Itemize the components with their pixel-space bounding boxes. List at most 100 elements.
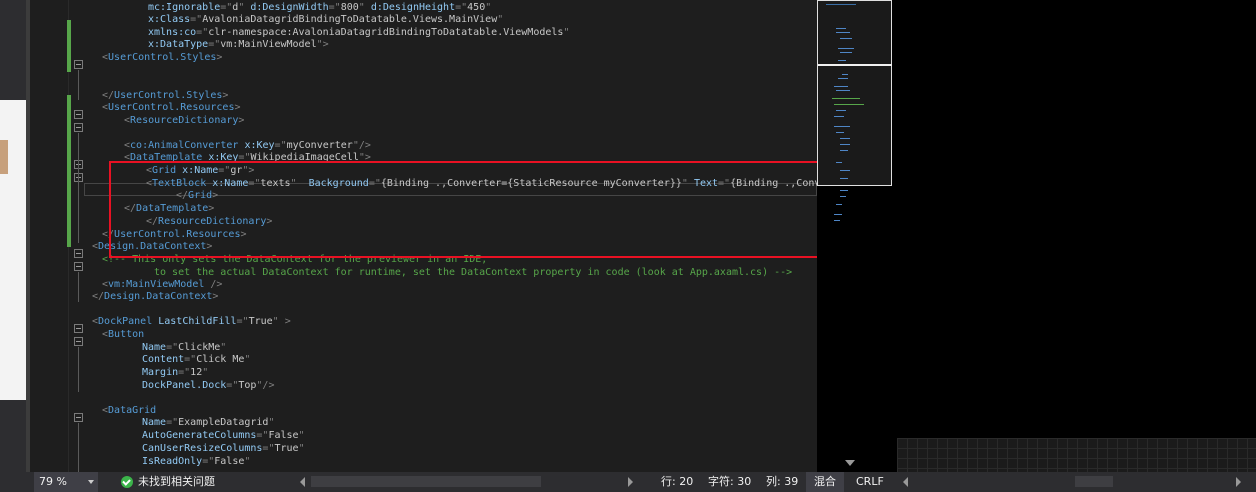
code-token: vm:MainViewModel xyxy=(108,279,205,290)
fold-toggle-icon[interactable] xyxy=(74,324,83,333)
zoom-level: 79 % xyxy=(39,475,67,488)
code-token: d:DesignHeight xyxy=(370,2,456,13)
code-line[interactable]: <TextBlock x:Name="texts" Background="{B… xyxy=(146,178,817,191)
code-line[interactable]: <vm:MainViewModel /> xyxy=(102,279,222,292)
code-line[interactable]: IsReadOnly="False" xyxy=(142,456,250,469)
code-token: Grid xyxy=(188,190,213,201)
code-line[interactable]: <Grid x:Name="gr"> xyxy=(146,165,254,178)
minimap-viewport[interactable] xyxy=(817,0,892,186)
minimap-line xyxy=(836,110,846,111)
scroll-left-arrow-icon[interactable] xyxy=(903,477,908,487)
line-ending[interactable]: CRLF xyxy=(856,472,884,492)
fold-toggle-icon[interactable] xyxy=(74,60,83,69)
code-line[interactable]: CanUserResizeColumns="True" xyxy=(142,443,305,456)
code-line[interactable]: <DataGrid xyxy=(102,405,156,418)
code-token: x:Name xyxy=(182,165,219,176)
code-line[interactable]: <!-- This only sets the DataContext for … xyxy=(102,254,487,267)
fold-toggle-icon[interactable] xyxy=(74,123,83,132)
minimap-line xyxy=(840,150,848,151)
change-indicator xyxy=(67,95,71,247)
code-token: clr-namespace:AvaloniaDatagridBindingToD… xyxy=(208,27,564,38)
code-token: Content xyxy=(142,354,185,365)
code-token: DataTemplate xyxy=(130,152,203,163)
fold-toggle-icon[interactable] xyxy=(74,110,83,119)
horizontal-scrollbar-thumb[interactable] xyxy=(1075,476,1113,487)
code-line[interactable]: <UserControl.Resources> xyxy=(102,102,241,115)
code-line[interactable]: </Design.DataContext> xyxy=(92,291,218,304)
code-line[interactable]: to set the actual DataContext for runtim… xyxy=(154,267,792,280)
minimap-line xyxy=(838,48,854,49)
code-token: True xyxy=(274,443,299,454)
code-line[interactable]: Name="ClickMe" xyxy=(142,342,226,355)
code-token: =" xyxy=(178,367,191,378)
code-line[interactable]: </DataTemplate> xyxy=(124,203,214,216)
side-panel-thumbnail[interactable] xyxy=(0,140,8,174)
minimap-line xyxy=(836,28,846,29)
scroll-right-arrow-icon[interactable] xyxy=(1236,477,1241,487)
code-token: "> xyxy=(242,165,255,176)
chevron-down-icon xyxy=(88,480,94,484)
code-line[interactable]: AutoGenerateColumns="False" xyxy=(142,430,305,443)
code-token: " xyxy=(220,342,227,353)
fold-toggle-icon[interactable] xyxy=(74,262,83,271)
scroll-left-arrow-icon[interactable] xyxy=(300,477,305,487)
code-line[interactable]: Name="ExampleDatagrid" xyxy=(142,417,274,430)
code-token: " xyxy=(298,430,305,441)
code-line[interactable]: Content="Click Me" xyxy=(142,354,250,367)
code-token: ClickMe xyxy=(178,342,221,353)
code-line[interactable]: mc:Ignorable="d" d:DesignWidth="800" d:D… xyxy=(148,2,491,15)
code-token: ResourceDictionary xyxy=(158,216,267,227)
column-number[interactable]: 列: 39 xyxy=(766,472,798,492)
code-token: Background xyxy=(308,178,369,189)
fold-guide xyxy=(78,423,79,472)
code-line[interactable]: DockPanel.Dock="Top"/> xyxy=(142,380,274,393)
code-token: " xyxy=(497,14,504,25)
code-line[interactable]: x:Class="AvaloniaDatagridBindingToDatata… xyxy=(148,14,503,27)
code-line[interactable]: <ResourceDictionary> xyxy=(124,115,244,128)
code-line[interactable]: </UserControl.Resources> xyxy=(102,229,247,242)
minimap-line xyxy=(840,144,850,145)
code-line[interactable]: </ResourceDictionary> xyxy=(146,216,272,229)
code-line[interactable]: Margin="12" xyxy=(142,367,208,380)
code-token: x:Class xyxy=(148,14,191,25)
fold-toggle-icon[interactable] xyxy=(74,413,83,422)
horizontal-scrollbar-thumb[interactable] xyxy=(311,476,541,487)
minimap-line xyxy=(834,116,844,117)
code-token: </ xyxy=(146,216,159,227)
code-line[interactable]: xmlns:co="clr-namespace:AvaloniaDatagrid… xyxy=(148,27,569,40)
code-line[interactable]: <DataTemplate x:Key="WikipediaImageCell"… xyxy=(124,152,371,165)
line-number[interactable]: 行: 20 xyxy=(661,472,693,492)
issues-status[interactable]: 未找到相关问题 xyxy=(138,472,215,492)
fold-toggle-icon[interactable] xyxy=(74,249,83,258)
code-token: {Binding .,Converter={StaticResour xyxy=(730,178,817,189)
code-line[interactable]: <Design.DataContext> xyxy=(92,241,212,254)
code-token: AvaloniaDatagridBindingToDatatable.Views… xyxy=(202,14,498,25)
code-line[interactable]: </Grid> xyxy=(176,190,218,203)
code-editor[interactable]: xmlns:vm="clr-namespace:AvaloniaDatagrid… xyxy=(84,0,817,472)
minimap-caret-marker xyxy=(818,64,892,66)
code-token: myConverter xyxy=(286,140,353,151)
mode-indicator[interactable]: 混合 xyxy=(806,472,844,492)
zoom-dropdown[interactable]: 79 % xyxy=(34,472,98,492)
code-token: =" xyxy=(256,430,269,441)
minimap-line xyxy=(826,4,856,5)
code-token: IsReadOnly xyxy=(142,456,203,467)
code-token: CanUserResizeColumns xyxy=(142,443,263,454)
minimap-line xyxy=(840,138,850,139)
code-line[interactable]: <DockPanel LastChildFill="True" > xyxy=(92,316,291,329)
code-token: =" xyxy=(262,443,275,454)
code-line[interactable]: <Button xyxy=(102,329,144,342)
scroll-right-arrow-icon[interactable] xyxy=(628,477,633,487)
code-token: Margin xyxy=(142,367,179,378)
code-line[interactable]: <co:AnimalConverter x:Key="myConverter"/… xyxy=(124,140,371,153)
scroll-down-arrow-icon[interactable] xyxy=(845,460,855,466)
code-line[interactable]: </UserControl.Styles> xyxy=(102,90,228,103)
fold-guide xyxy=(78,133,79,243)
code-line[interactable]: x:DataType="vm:MainViewModel"> xyxy=(148,39,329,52)
code-token: </ xyxy=(92,291,105,302)
fold-toggle-icon[interactable] xyxy=(74,337,83,346)
code-token: "> xyxy=(358,152,371,163)
code-token: " xyxy=(268,417,275,428)
code-line[interactable]: <UserControl.Styles> xyxy=(102,52,222,65)
char-number[interactable]: 字符: 30 xyxy=(708,472,751,492)
